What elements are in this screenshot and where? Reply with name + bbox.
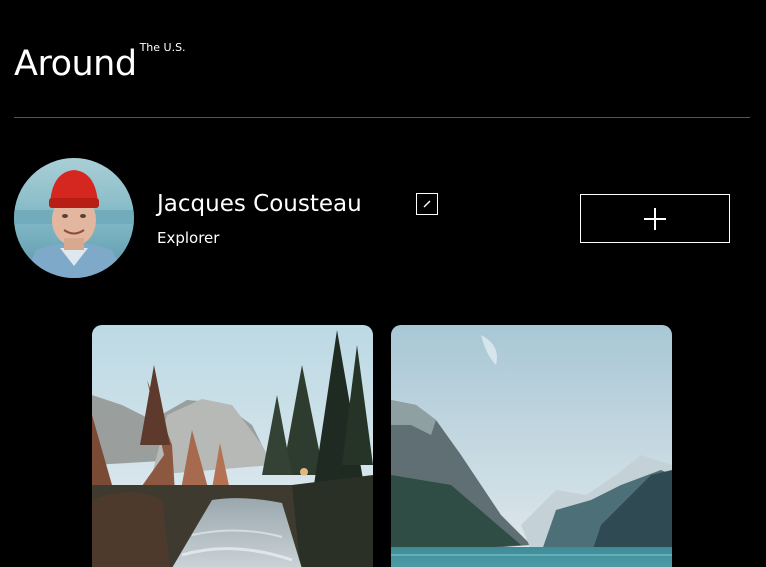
card-image-forest [92, 325, 373, 567]
place-card[interactable] [92, 325, 373, 567]
edit-profile-button[interactable] [416, 193, 438, 215]
place-card[interactable] [391, 325, 672, 567]
header-divider [14, 117, 750, 118]
avatar[interactable] [14, 158, 134, 278]
logo-main-text: Around [14, 44, 137, 84]
page: Around The U.S. Jacques Cousteau Explore… [0, 0, 766, 567]
profile-name: Jacques Cousteau [157, 191, 362, 217]
pencil-icon [423, 200, 431, 208]
plus-icon [644, 207, 666, 230]
logo-superscript: The U.S. [139, 41, 186, 54]
card-image-mountain-lake [391, 325, 672, 567]
profile-job: Explorer [157, 229, 220, 247]
avatar-image [14, 158, 134, 278]
add-card-button[interactable] [580, 194, 730, 243]
header-logo: Around The U.S. [14, 38, 186, 90]
